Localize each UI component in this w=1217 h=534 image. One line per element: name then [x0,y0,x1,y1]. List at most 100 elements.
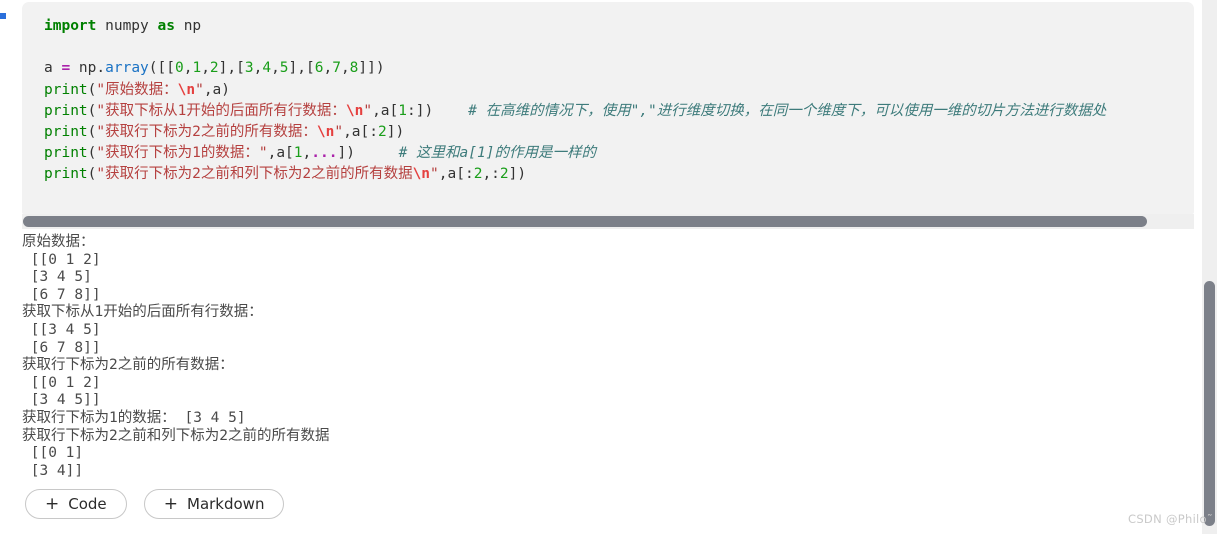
output-line: 原始数据： [22,234,95,250]
code-token-kw: as [157,18,175,34]
code-token-plain: ]) [386,123,405,140]
code-token-num: 4 [262,60,272,77]
cell-output-area: 原始数据： [[0 1 2] [3 4 5] [6 7 8]] 获取下标从1开始的… [0,232,1194,480]
code-token-plain: ],[ [288,60,315,77]
code-token-fn: print [44,145,88,162]
code-line: print("获取下标从1开始的后面所有行数据：\n",a[1:]) # 在高维… [44,101,1106,122]
code-token-plain: , [323,60,333,77]
output-line: [[0 1 2] [22,251,101,268]
code-token-cmt: # 在高维的情况下，使用","进行维度切换，在同一个维度下，可以使用一维的切片方… [468,102,1107,119]
code-token-plain: ,a[ [372,102,399,119]
code-token-num: 2 [499,166,509,183]
add-markdown-cell-label: Markdown [187,495,265,513]
code-token-num: 2 [209,60,219,77]
code-cell-horizontal-scrollbar-track[interactable] [22,214,1194,229]
plus-icon: + [163,493,178,514]
code-token-str: " [334,123,344,140]
code-token-num: 7 [332,60,341,77]
code-token-plain: ,a[: [343,123,378,140]
code-token-plain: , [302,145,312,162]
code-token-num: 1 [192,60,202,77]
add-markdown-cell-button[interactable]: + Markdown [143,489,285,519]
code-token-plain: ,a) [203,81,231,98]
code-line: print("获取行下标为2之前的所有数据：\n",a[:2]) [44,122,1106,143]
code-token-num: 1 [398,102,407,119]
code-token-plain: ]) [337,145,355,162]
code-line: print("获取行下标为1的数据：",a[1,...]) # 这里和a[1]的… [44,143,1106,164]
code-token-fn: print [44,102,88,119]
code-token-plain: a [44,60,62,77]
code-token-plain: ],[ [218,60,245,77]
output-line: [6 7 8]] [22,286,101,303]
code-token-num: 2 [377,123,387,140]
output-line: [3 4]] [22,462,84,479]
output-line: [6 7 8]] [22,339,101,356]
output-line: 获取下标从1开始的后面所有行数据： [22,304,263,321]
code-token-plain: :]) [407,102,434,119]
output-line: [[0 1] [22,445,84,462]
add-cell-button-row: + Code + Markdown [25,489,296,519]
code-token-cmt: # 这里和a[1]的作用是一样的 [398,145,596,162]
cell-selected-marker [0,13,6,19]
code-token-plain: np. [70,60,106,77]
output-line: [[0 1 2] [22,374,101,391]
page-vertical-scrollbar-thumb[interactable] [1204,281,1215,526]
code-token-str: " [430,166,439,183]
code-token-str: " [363,102,373,119]
add-code-cell-label: Code [68,495,107,513]
code-token-plain: , [271,60,280,77]
code-line: a = np.array([[0,1,2],[3,4,5],[6,7,8]]) [44,58,1106,79]
code-line: import numpy as np [44,16,1106,37]
add-code-cell-button[interactable]: + Code [25,489,127,519]
code-token-num: 3 [244,60,254,77]
code-token-str: "获取下标从1开始的后面所有行数据： [96,102,346,119]
code-editor-content[interactable]: import numpy as np a = np.array([[0,1,2]… [44,16,1106,186]
code-token-str: "原始数据： [96,81,178,98]
code-token-str: "获取行下标为2之前的所有数据： [96,123,317,140]
code-token-ell: ... [311,145,338,162]
csdn-watermark: CSDN @Philo˜ [1128,512,1213,526]
code-token-num: 5 [279,60,289,77]
code-token-plain: ,a[ [267,145,294,162]
code-line: print("原始数据：\n",a) [44,80,1106,101]
code-token-kw: import [44,18,97,34]
code-token-plain: ,a[: [438,166,474,183]
code-token-esc: \n [177,81,196,98]
code-token-fn: print [44,123,88,140]
page-vertical-scrollbar-track[interactable] [1202,0,1217,534]
code-token-plain: numpy [96,18,158,34]
code-token-esc: \n [345,102,364,119]
code-token-op: = [61,60,71,77]
code-token-plain: , [340,60,350,77]
output-line: [[3 4 5] [22,321,101,338]
code-token-plain: , [201,60,210,77]
code-token-fn: print [44,81,88,98]
code-cell[interactable]: import numpy as np a = np.array([[0,1,2]… [22,2,1194,214]
code-token-num: 1 [293,145,303,162]
code-token-plain: np [174,18,202,34]
code-token-str: " [195,81,204,98]
code-token-plain: ,: [482,166,500,183]
output-line: [3 4 5] [22,269,92,286]
code-token-esc: \n [412,166,431,183]
code-token-num: 0 [174,60,184,77]
output-line: [3 4 5]] [22,392,101,409]
code-token-plain: ]) [508,166,527,183]
output-line: 获取行下标为2之前和列下标为2之前的所有数据 [22,427,330,444]
code-token-plain: ([[ [148,60,175,77]
code-line: print("获取行下标为2之前和列下标为2之前的所有数据\n",a[:2,:2… [44,164,1106,185]
code-token-fn: print [44,166,88,183]
output-line: 获取行下标为1的数据： [3 4 5] [22,409,246,426]
code-token-bltn: array [105,60,149,77]
code-token-plain: ]]) [358,60,385,77]
code-token-esc: \n [316,123,335,140]
cell-output-text: 原始数据： [[0 1 2] [3 4 5] [6 7 8]] 获取下标从1开始的… [22,234,329,480]
code-cell-horizontal-scrollbar-thumb[interactable] [23,216,1147,227]
code-token-str: "获取行下标为2之前和列下标为2之前的所有数据 [96,166,413,183]
code-token-str: "获取行下标为1的数据：" [96,145,268,162]
output-line: 获取行下标为2之前的所有数据： [22,357,234,374]
plus-icon: + [45,493,60,514]
